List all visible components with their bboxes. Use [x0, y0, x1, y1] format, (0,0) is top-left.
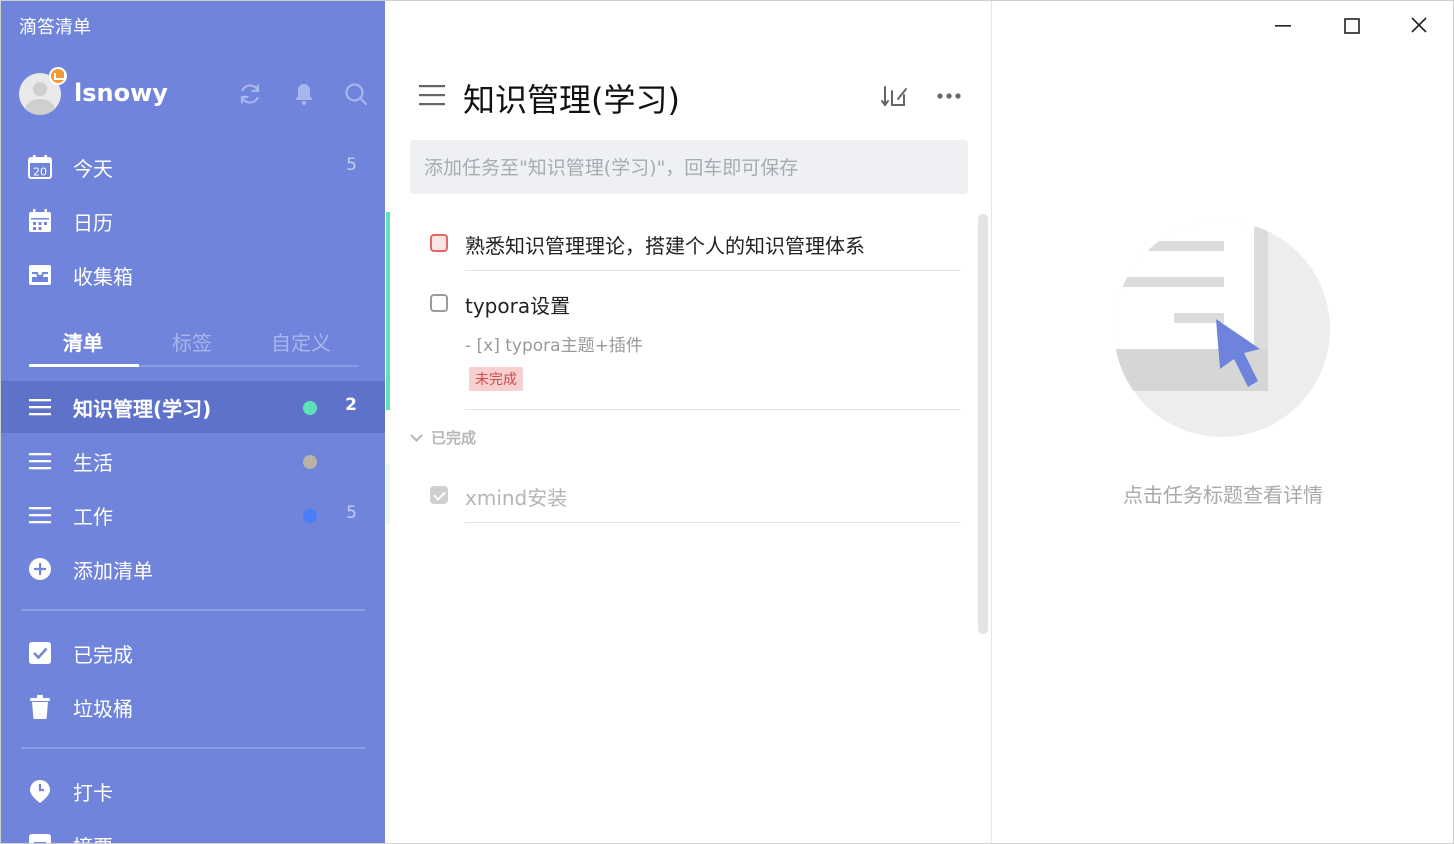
sidebar-item-today[interactable]: 20 今天 5 [1, 141, 385, 193]
app-title: 滴答清单 [19, 17, 91, 38]
sidebar-item-list-work[interactable]: 工作 5 [1, 489, 385, 541]
completed-section-header[interactable]: 已完成 [410, 427, 477, 448]
calendar-icon [27, 208, 53, 234]
add-task-bar[interactable] [410, 140, 968, 194]
add-list-label: 添加清单 [73, 559, 153, 583]
calendar-day-icon: 20 [27, 154, 53, 180]
sidebar-item-label: 工作 [73, 505, 113, 529]
scrollbar[interactable] [978, 214, 988, 634]
plus-circle-icon [27, 556, 53, 582]
sidebar-item-label: 今天 [73, 157, 113, 181]
calendar-day-number: 20 [33, 166, 47, 179]
sidebar-item-label: 收集箱 [73, 265, 133, 289]
task-separator [465, 270, 961, 271]
close-icon[interactable] [1402, 11, 1436, 41]
chevron-down-icon [410, 429, 423, 442]
search-icon[interactable] [343, 81, 369, 107]
sidebar-item-list-knowledge[interactable]: 知识管理(学习) 2 [1, 381, 385, 433]
sidebar-item-trash[interactable]: 垃圾桶 [1, 681, 385, 733]
task-separator [465, 522, 961, 523]
task-item[interactable]: typora设置 - [x] typora主题+插件 未完成 [410, 273, 961, 413]
task-checkbox[interactable] [430, 294, 448, 312]
sidebar-item-completed[interactable]: 已完成 [1, 627, 385, 679]
task-list-pane: 知识管理(学习) 熟悉知识管理理论，搭建个人的知识管理体系 typora设置 -… [386, 1, 991, 843]
task-note: - [x] typora主题+插件 [465, 336, 643, 356]
task-item-completed[interactable]: xmind安装 [410, 465, 961, 525]
sidebar-item-list-life[interactable]: 生活 [1, 435, 385, 487]
checkbox-icon [27, 640, 53, 666]
tab-lists[interactable]: 清单 [63, 327, 103, 356]
add-list-button[interactable]: 添加清单 [1, 543, 385, 595]
sidebar-item-label: 摘要 [73, 831, 113, 843]
minimize-icon[interactable] [1266, 11, 1300, 41]
sidebar-item-label: 打卡 [73, 781, 113, 805]
sidebar-item-calendar[interactable]: 日历 [1, 195, 385, 247]
app-window: 滴答清单 lsnowy 20 今天 5 日历 收集箱 清单 标签 自定义 知识管… [0, 0, 1454, 844]
list-accent-bar-faded [386, 464, 390, 524]
empty-state-text: 点击任务标题查看详情 [1123, 483, 1323, 507]
sidebar-item-checkin[interactable]: 打卡 [1, 765, 385, 817]
task-separator [465, 409, 961, 410]
inbox-icon [27, 262, 53, 288]
list-color-dot [303, 455, 317, 469]
detail-pane: 点击任务标题查看详情 [992, 1, 1453, 843]
more-options-icon[interactable] [934, 81, 964, 111]
sync-icon[interactable] [237, 81, 263, 107]
crown-icon [49, 67, 67, 85]
task-item[interactable]: 熟悉知识管理理论，搭建个人的知识管理体系 [410, 213, 961, 273]
sidebar-item-label: 知识管理(学习) [73, 397, 212, 421]
sidebar-tabs: 清单 标签 自定义 [29, 319, 359, 367]
username[interactable]: lsnowy [74, 79, 168, 107]
empty-state-illustration [1112, 219, 1332, 439]
sidebar-divider [21, 609, 365, 611]
clock-pin-icon [27, 778, 53, 804]
completed-section-label: 已完成 [431, 429, 477, 447]
sidebar-item-label: 垃圾桶 [73, 697, 133, 721]
page-title: 知识管理(学习) [463, 81, 680, 119]
summary-icon [27, 832, 53, 843]
tab-tags[interactable]: 标签 [172, 327, 212, 356]
tab-custom[interactable]: 自定义 [271, 327, 331, 356]
list-color-dot [303, 509, 317, 523]
sidebar-item-summary[interactable]: 摘要 [1, 819, 385, 843]
maximize-icon[interactable] [1335, 11, 1369, 41]
list-icon [27, 502, 53, 528]
sidebar-divider [21, 747, 365, 749]
sidebar-item-label: 日历 [73, 211, 113, 235]
tab-underline [29, 364, 139, 367]
task-checkbox-checked[interactable] [430, 486, 448, 504]
task-tag[interactable]: 未完成 [469, 367, 523, 391]
sidebar-item-inbox[interactable]: 收集箱 [1, 249, 385, 301]
sidebar: 滴答清单 lsnowy 20 今天 5 日历 收集箱 清单 标签 自定义 知识管… [1, 1, 385, 843]
task-checkbox[interactable] [430, 234, 448, 252]
list-icon [27, 448, 53, 474]
trash-icon [27, 694, 53, 720]
sidebar-item-label: 已完成 [73, 643, 133, 667]
user-row: lsnowy [19, 67, 379, 119]
task-title[interactable]: 熟悉知识管理理论，搭建个人的知识管理体系 [465, 230, 865, 259]
sidebar-item-count: 2 [345, 395, 357, 415]
bell-icon[interactable] [291, 81, 317, 107]
sidebar-item-count: 5 [346, 155, 357, 175]
task-title[interactable]: typora设置 [465, 290, 570, 319]
sort-edit-icon[interactable] [879, 81, 909, 111]
add-task-input[interactable] [422, 152, 956, 184]
menu-toggle-icon[interactable] [418, 81, 446, 109]
sidebar-item-label: 生活 [73, 451, 113, 475]
task-title[interactable]: xmind安装 [465, 482, 567, 511]
sidebar-item-count: 5 [346, 503, 357, 523]
list-color-dot [303, 401, 317, 415]
list-icon [27, 394, 53, 420]
list-accent-bar [386, 212, 390, 410]
